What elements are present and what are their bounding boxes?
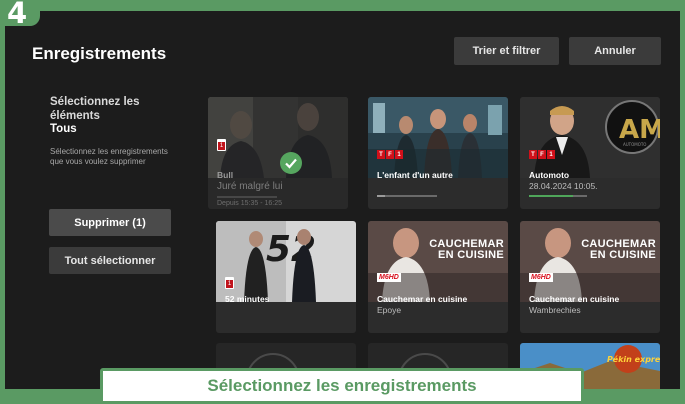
- card-title: Cauchemar en cuisine: [377, 294, 468, 304]
- card-subtitle: Epoye: [377, 305, 402, 315]
- delete-button[interactable]: Supprimer (1): [49, 209, 171, 236]
- selection-description: Sélectionnez les enregistrements que vou…: [50, 147, 168, 166]
- show-art-title: CAUCHEMAR EN CUISINE: [581, 238, 656, 261]
- tv-screen: Enregistrements Trier et filtrer Annuler…: [5, 11, 680, 389]
- automoto-thumbnail: AM AUTOMOTO: [520, 97, 660, 178]
- selected-check-icon: [280, 152, 302, 174]
- card-time: Depuis 15:35 - 16:25: [217, 200, 282, 207]
- progress-bar: [529, 195, 587, 197]
- card-title: 52 minutes: [225, 294, 270, 304]
- tf1-channel-icon: TF1: [529, 150, 555, 159]
- card-subtitle: Juré malgré lui: [217, 181, 283, 192]
- select-all-button[interactable]: Tout sélectionner: [49, 247, 171, 274]
- recording-card-cauchemar-epoye[interactable]: CAUCHEMAR EN CUISINE M6HD Cauchemar en c…: [368, 221, 508, 333]
- enfant-thumbnail: [368, 97, 508, 178]
- page-title: Enregistrements: [32, 44, 167, 63]
- cauchemar-thumbnail: [368, 221, 508, 302]
- svg-text:Pékin express: Pékin express: [607, 354, 660, 364]
- cancel-button[interactable]: Annuler: [569, 37, 661, 65]
- card-title: Cauchemar en cuisine: [529, 294, 620, 304]
- sort-filter-button[interactable]: Trier et filtrer: [454, 37, 559, 65]
- show-art-title: CAUCHEMAR EN CUISINE: [429, 238, 504, 261]
- m6hd-channel-icon: M6HD: [529, 273, 553, 282]
- selection-heading: Sélectionnez les éléments: [50, 96, 140, 122]
- 52-minutes-thumbnail: 52: [216, 221, 356, 302]
- recording-card-bull[interactable]: Bull Juré malgré lui Depuis 15:35 - 16:2…: [208, 97, 348, 209]
- recording-card-52-minutes[interactable]: 52 52 minutes: [216, 221, 356, 333]
- progress-bar: [217, 196, 277, 198]
- card-title: L'enfant d'un autre: [377, 170, 453, 180]
- tf1-channel-icon: TF1: [377, 150, 403, 159]
- card-title: Bull: [217, 170, 234, 180]
- card-subtitle: 28.04.2024 10:05.: [529, 181, 598, 191]
- instruction-caption: Sélectionnez les enregistrements: [100, 368, 584, 404]
- svg-text:AM: AM: [619, 115, 660, 145]
- recording-card-automoto[interactable]: AM AUTOMOTO TF1 Automoto 28.04.2024 10:0…: [520, 97, 660, 209]
- step-number-badge: 4: [0, 0, 40, 30]
- svg-text:AUTOMOTO: AUTOMOTO: [623, 142, 646, 147]
- card-subtitle: Wambrechies: [529, 305, 581, 315]
- progress-bar: [377, 195, 437, 197]
- rts1-channel-icon: [225, 277, 234, 289]
- card-title: Automoto: [529, 170, 570, 180]
- rts1-channel-icon: [217, 139, 226, 151]
- m6hd-channel-icon: M6HD: [377, 273, 401, 282]
- selection-value[interactable]: Tous: [50, 123, 77, 135]
- recording-card-enfant[interactable]: TF1 L'enfant d'un autre: [368, 97, 508, 209]
- recording-card-cauchemar-wambrechies[interactable]: CAUCHEMAR EN CUISINE M6HD Cauchemar en c…: [520, 221, 660, 333]
- selection-overlay: [208, 97, 348, 209]
- cauchemar-thumbnail: [520, 221, 660, 302]
